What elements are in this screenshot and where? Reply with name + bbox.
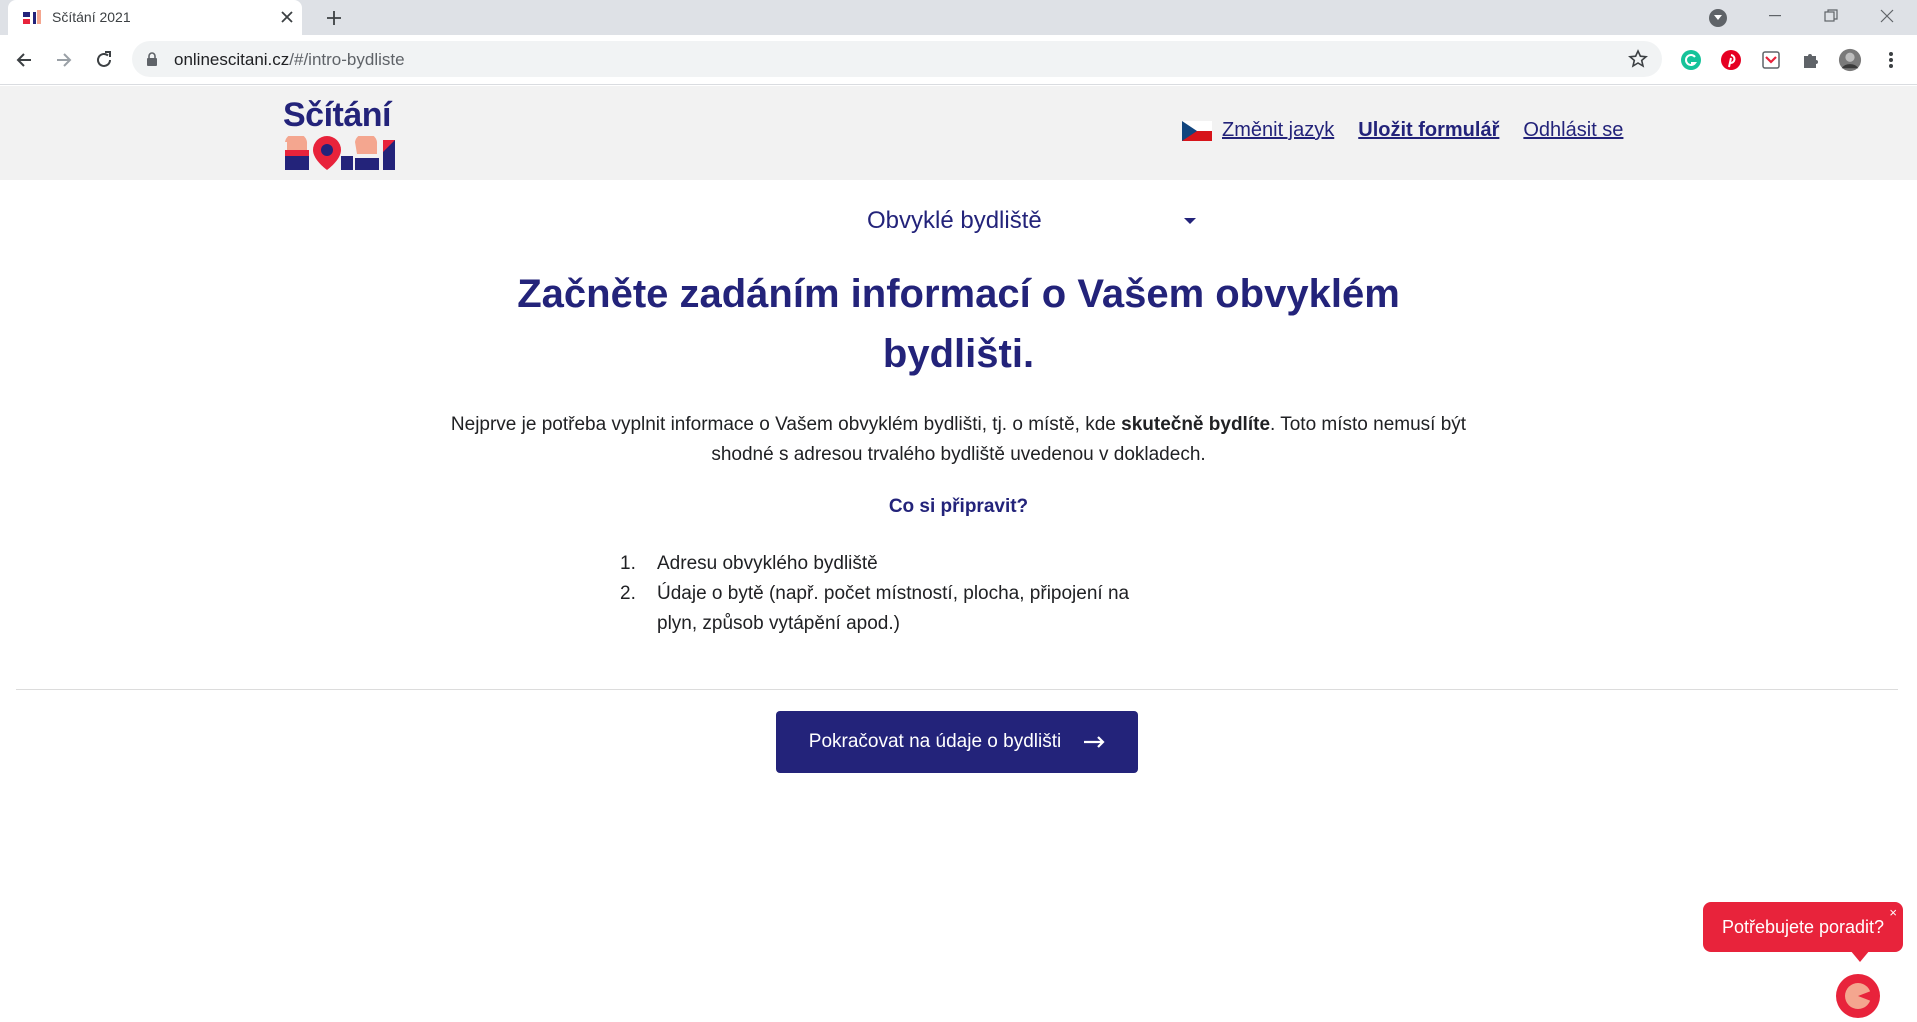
extensions-puzzle-icon[interactable] [1799, 48, 1823, 72]
tab-close-icon[interactable] [276, 6, 298, 28]
lock-icon [147, 52, 157, 66]
help-close-icon[interactable]: × [1889, 906, 1897, 919]
continue-button[interactable]: Pokračovat na údaje o bydlišti [776, 711, 1138, 773]
change-language-link[interactable]: Změnit jazyk [1222, 119, 1334, 142]
back-icon[interactable] [10, 46, 38, 74]
bookmark-star-icon[interactable] [1628, 49, 1648, 69]
logo-year-graphic [285, 136, 395, 170]
help-bubble-label: Potřebujete poradit? [1721, 916, 1885, 937]
browser-menu-icon[interactable] [1879, 48, 1903, 72]
logo-text: Sčítání [283, 96, 391, 134]
intro-paragraph: Nejprve je potřeba vyplnit informace o V… [450, 414, 1467, 465]
page-heading: Začněte zadáním informací o Vašem obvykl… [500, 264, 1417, 384]
forward-icon[interactable] [50, 46, 78, 74]
browser-tabstrip: Sčítání 2021 [0, 0, 1917, 35]
caret-down-icon [1184, 218, 1196, 224]
czech-flag-icon [1182, 120, 1212, 141]
scitani-logo[interactable]: Sčítání [283, 96, 398, 172]
reload-icon[interactable] [90, 46, 118, 74]
browser-toolbar: onlinescitani.cz/#/intro-bydliste [0, 35, 1917, 85]
restore-icon[interactable] [1803, 0, 1859, 32]
tab-search-icon[interactable] [1709, 9, 1727, 27]
browser-tab[interactable]: Sčítání 2021 [8, 0, 302, 35]
new-tab-icon[interactable] [320, 4, 348, 32]
continue-button-label: Pokračovat na údaje o bydlišti [808, 731, 1062, 752]
header-links: Změnit jazyk Uložit formulář Odhlásit se [1182, 119, 1623, 142]
help-bubble[interactable]: Potřebujete poradit? × [1703, 902, 1903, 952]
scitani-favicon-icon [23, 10, 41, 24]
content-divider [16, 689, 1898, 690]
prepare-list: 1. Adresu obvyklého bydliště 2. Údaje o … [620, 549, 1280, 639]
section-select[interactable]: Obvyklé bydliště [867, 203, 1197, 239]
pocket-icon[interactable] [1759, 48, 1783, 72]
help-bubble-tail [1850, 950, 1870, 962]
list-item: 1. Adresu obvyklého bydliště [620, 553, 878, 574]
heading-line-1: Začněte zadáním informací o Vašem obvykl… [517, 272, 1400, 316]
prepare-subheading: Co si připravit? [888, 496, 1029, 517]
intro-paragraph-emphasis: skutečně bydlíte [1121, 414, 1271, 435]
logout-link[interactable]: Odhlásit se [1523, 119, 1623, 142]
section-select-value: Obvyklé bydliště [867, 207, 1042, 234]
grammarly-icon[interactable] [1679, 48, 1703, 72]
help-chat-icon[interactable] [1836, 974, 1880, 1018]
arrow-right-icon [1083, 736, 1105, 748]
tab-title: Sčítání 2021 [52, 9, 131, 25]
minimize-icon[interactable] [1747, 0, 1803, 32]
save-form-link[interactable]: Uložit formulář [1358, 119, 1499, 142]
address-bar[interactable]: onlinescitani.cz/#/intro-bydliste [132, 41, 1662, 77]
heading-line-2: bydlišti. [882, 332, 1035, 376]
site-header: Sčítání Změnit jazyk Uložit formulář Odh… [0, 86, 1917, 180]
profile-avatar-icon[interactable] [1838, 48, 1862, 72]
list-item: 2. Údaje o bytě (např. počet místností, … [620, 583, 1130, 634]
close-window-icon[interactable] [1859, 0, 1915, 32]
pinterest-icon[interactable] [1719, 48, 1743, 72]
url-text: onlinescitani.cz/#/intro-bydliste [174, 50, 405, 69]
